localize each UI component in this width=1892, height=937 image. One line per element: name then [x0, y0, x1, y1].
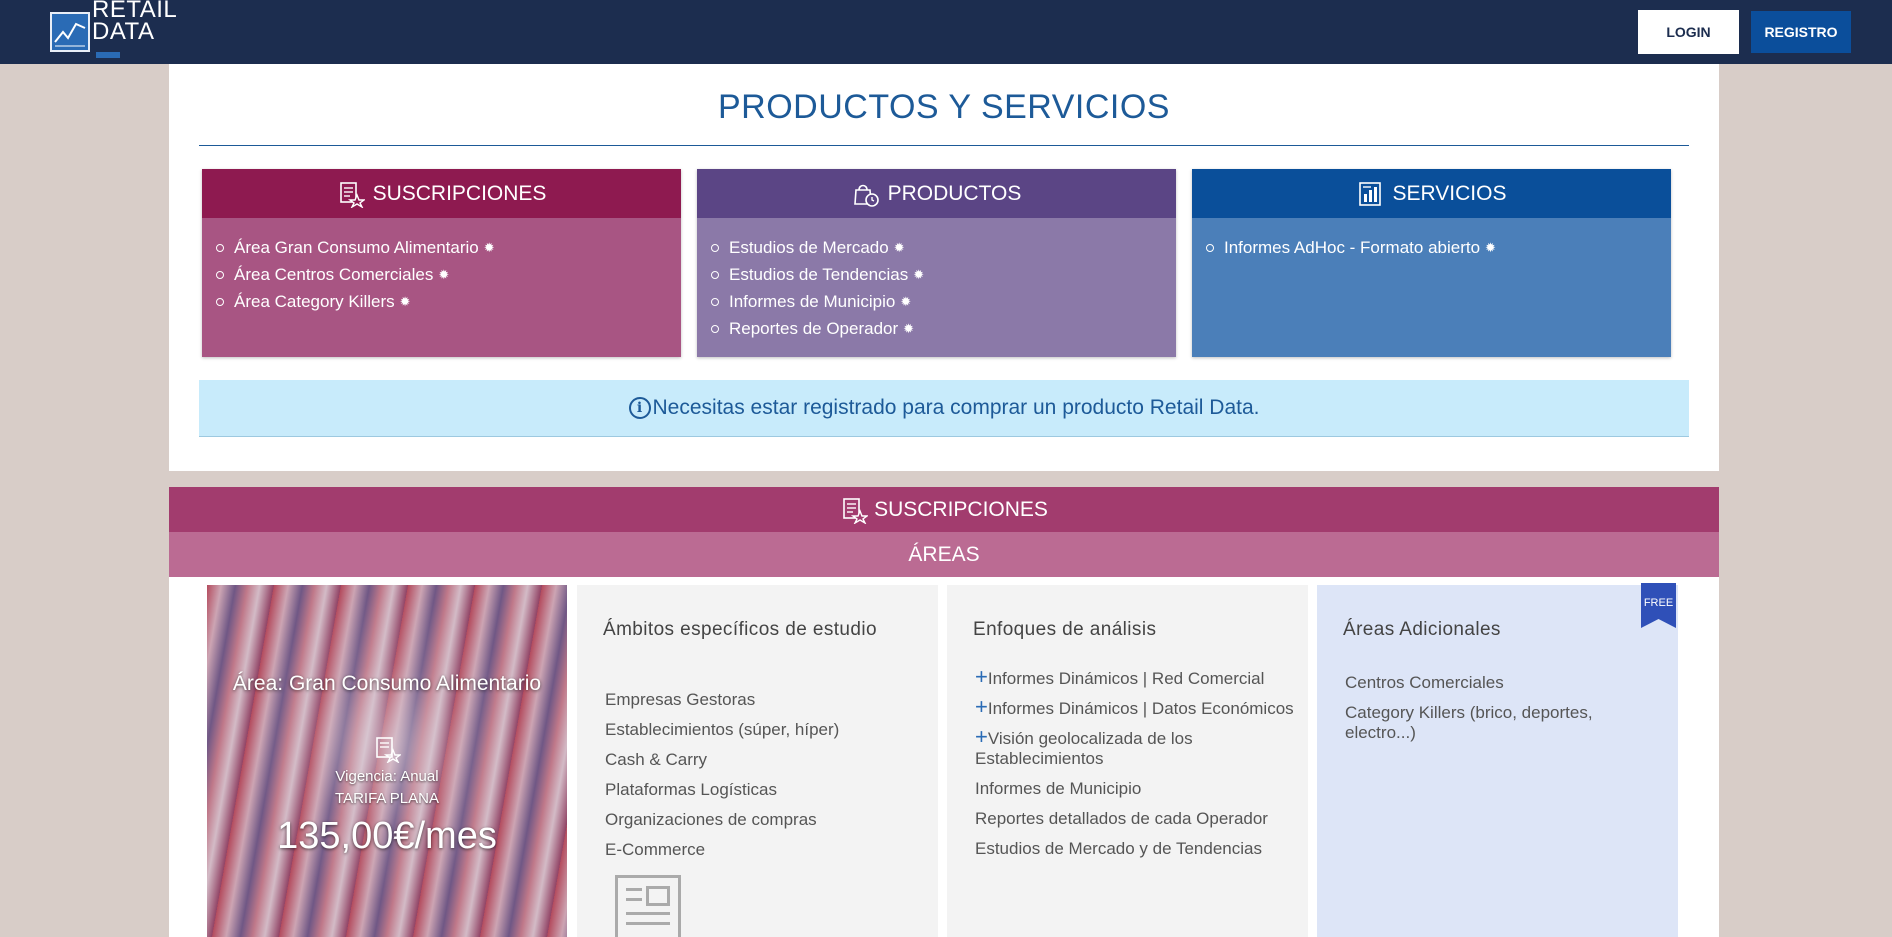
page-title: PRODUCTOS Y SERVICIOS — [717, 88, 1170, 126]
badge-icon: ✹ — [913, 266, 925, 282]
productos-card-header[interactable]: PRODUCTOS — [697, 169, 1176, 218]
servicios-list: Informes AdHoc - Formato abierto ✹ — [1192, 218, 1671, 357]
area-gran-consumo-tile[interactable]: Área: Gran Consumo Alimentario Vigencia:… — [207, 585, 567, 937]
expandable-item[interactable]: +Informes Dinámicos | Datos Económicos — [975, 696, 1295, 719]
plus-icon[interactable]: + — [975, 694, 988, 719]
productos-card: PRODUCTOS Estudios de Mercado ✹ Estudios … — [697, 169, 1176, 357]
title-divider — [199, 145, 1689, 146]
suscripciones-section-header: SUSCRIPCIONES — [169, 487, 1719, 532]
adicionales-title: Áreas Adicionales — [1343, 619, 1501, 640]
suscripciones-list: Área Gran Consumo Alimentario ✹ Área Cent… — [202, 218, 681, 357]
list-item[interactable]: Estudios de Tendencias ✹ — [711, 261, 1176, 288]
list-item[interactable]: Reportes de Operador ✹ — [711, 315, 1176, 342]
servicios-card: SERVICIOS Informes AdHoc - Formato abier… — [1192, 169, 1671, 357]
ambitos-column: Ámbitos específicos de estudio Empresas … — [577, 585, 938, 937]
productos-card-title: PRODUCTOS — [887, 181, 1022, 205]
suscripciones-card: SUSCRIPCIONES Área Gran Consumo Alimenta… — [202, 169, 681, 357]
adicionales-column: Áreas Adicionales Centros Comerciales Ca… — [1317, 585, 1678, 937]
ambitos-title: Ámbitos específicos de estudio — [603, 619, 877, 640]
registration-notice: i Necesitas estar registrado para compra… — [199, 380, 1689, 437]
list-item: Plataformas Logísticas — [605, 780, 777, 799]
products-panel: PRODUCTOS Y SERVICIOS SUSCRIPCIONES Área… — [169, 64, 1719, 471]
list-item[interactable]: Informes AdHoc - Formato abierto ✹ — [1206, 234, 1671, 261]
list-item: Reportes detallados de cada Operador — [975, 809, 1268, 828]
enfoques-column: Enfoques de análisis +Informes Dinámicos… — [947, 585, 1308, 937]
badge-icon: ✹ — [438, 266, 450, 282]
areas-body: Área: Gran Consumo Alimentario Vigencia:… — [169, 577, 1719, 937]
report-chart-icon — [1358, 181, 1381, 206]
ambitos-list: Empresas Gestoras Establecimientos (súpe… — [605, 689, 839, 869]
list-item: Informes de Municipio — [975, 779, 1142, 798]
area-tarifa: TARIFA PLANA — [335, 790, 439, 807]
expandable-item[interactable]: +Visión geolocalizada de los Establecimi… — [975, 726, 1295, 769]
servicios-card-title: SERVICIOS — [1392, 181, 1507, 205]
retail-data-logo[interactable]: RETAIL DATA — [50, 0, 177, 58]
list-item[interactable]: Área Centros Comerciales ✹ — [216, 261, 681, 288]
chart-logo-icon — [50, 12, 90, 52]
document-star-icon — [843, 497, 869, 524]
logo-line2: DATA — [92, 18, 155, 45]
list-item[interactable]: Estudios de Mercado ✹ — [711, 234, 1176, 261]
list-item: Cash & Carry — [605, 750, 708, 769]
bag-clock-icon — [853, 184, 879, 207]
area-title: Área: Gran Consumo Alimentario — [232, 672, 542, 695]
notice-text: Necesitas estar registrado para comprar … — [652, 396, 1260, 419]
suscripciones-card-header[interactable]: SUSCRIPCIONES — [202, 169, 681, 218]
badge-icon: ✹ — [903, 320, 915, 336]
enfoques-title: Enfoques de análisis — [973, 619, 1157, 640]
badge-icon: ✹ — [399, 293, 411, 309]
list-item[interactable]: Área Category Killers ✹ — [216, 288, 681, 315]
productos-list: Estudios de Mercado ✹ Estudios de Tendenc… — [697, 218, 1176, 357]
plus-icon[interactable]: + — [975, 664, 988, 689]
list-item: Empresas Gestoras — [605, 690, 756, 709]
list-item: Centros Comerciales — [1345, 673, 1504, 692]
newspaper-icon — [615, 875, 681, 937]
document-star-icon — [376, 737, 401, 763]
badge-icon: ✹ — [900, 293, 912, 309]
list-item: E-Commerce — [605, 840, 706, 859]
info-icon: i — [628, 397, 651, 419]
login-button[interactable]: LOGIN — [1638, 10, 1739, 54]
badge-icon: ✹ — [483, 239, 495, 255]
badge-icon: ✹ — [1485, 239, 1496, 255]
area-vigencia: Vigencia: Anual — [335, 768, 439, 785]
list-item: Organizaciones de compras — [605, 810, 817, 829]
list-item[interactable]: Informes de Municipio ✹ — [711, 288, 1176, 315]
section-title: SUSCRIPCIONES — [874, 497, 1048, 521]
registro-button[interactable]: REGISTRO — [1751, 11, 1851, 53]
list-item: Category Killers (brico, deportes, elect… — [1345, 703, 1593, 742]
top-navbar: RETAIL DATA LOGIN REGISTRO — [0, 0, 1892, 64]
badge-icon: ✹ — [893, 239, 905, 255]
area-price: 135,00€/mes — [277, 815, 497, 857]
adicionales-list: Centros Comerciales Category Killers (br… — [1345, 673, 1655, 753]
document-star-icon — [339, 181, 365, 208]
list-item: Estudios de Mercado y de Tendencias — [975, 839, 1262, 858]
list-item[interactable]: Área Gran Consumo Alimentario ✹ — [216, 234, 681, 261]
areas-subheader: ÁREAS — [169, 532, 1719, 577]
enfoques-list: +Informes Dinámicos | Red Comercial +Inf… — [975, 666, 1295, 869]
servicios-card-header[interactable]: SERVICIOS — [1192, 169, 1671, 218]
list-item: Establecimientos (súper, híper) — [605, 720, 840, 739]
suscripciones-card-title: SUSCRIPCIONES — [372, 181, 547, 205]
expandable-item[interactable]: +Informes Dinámicos | Red Comercial — [975, 666, 1295, 689]
plus-icon[interactable]: + — [975, 724, 988, 749]
